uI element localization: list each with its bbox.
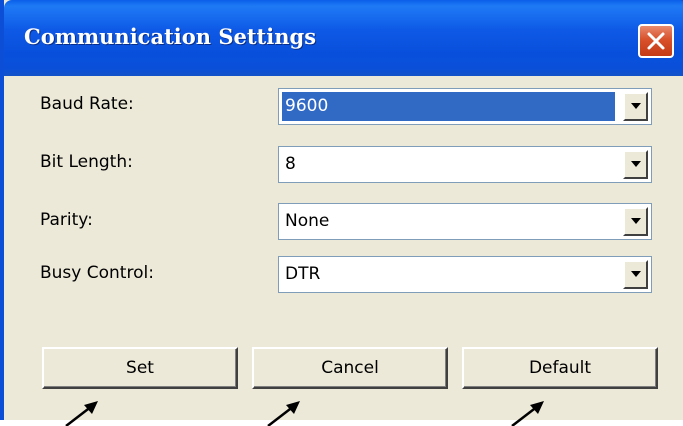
baud-rate-value: 9600 <box>282 92 615 121</box>
pointer-arrow-icon <box>267 401 300 426</box>
busy-control-dropdown-button[interactable] <box>623 260 648 289</box>
default-button[interactable]: Default <box>462 347 658 389</box>
title-bar[interactable]: Communication Settings <box>4 0 683 76</box>
bit-length-label: Bit Length: <box>40 152 133 172</box>
close-button[interactable] <box>638 24 674 58</box>
set-button[interactable]: Set <box>42 347 238 389</box>
parity-dropdown-button[interactable] <box>623 207 648 236</box>
dialog-window: Communication Settings Baud Rate: 9600 B… <box>0 0 683 420</box>
chevron-down-icon <box>631 218 641 224</box>
close-icon <box>647 32 665 50</box>
busy-control-label: Busy Control: <box>40 263 154 283</box>
chevron-down-icon <box>631 161 641 167</box>
baud-rate-dropdown-button[interactable] <box>623 92 648 121</box>
pointer-arrow-icon <box>511 401 544 426</box>
bit-length-select[interactable]: 8 <box>278 146 652 183</box>
bit-length-value: 8 <box>285 154 296 174</box>
cancel-button[interactable]: Cancel <box>252 347 448 389</box>
window-title: Communication Settings <box>24 24 317 49</box>
busy-control-select[interactable]: DTR <box>278 256 652 293</box>
parity-label: Parity: <box>40 210 93 230</box>
pointer-arrow-icon <box>65 401 98 426</box>
chevron-down-icon <box>631 271 641 277</box>
bit-length-dropdown-button[interactable] <box>623 150 648 179</box>
baud-rate-select[interactable]: 9600 <box>278 88 652 125</box>
parity-select[interactable]: None <box>278 203 652 240</box>
parity-value: None <box>285 211 330 231</box>
baud-rate-label: Baud Rate: <box>40 94 134 114</box>
chevron-down-icon <box>631 103 641 109</box>
dialog-client-area: Baud Rate: 9600 Bit Length: 8 Parity: No… <box>8 76 683 420</box>
busy-control-value: DTR <box>285 264 321 284</box>
